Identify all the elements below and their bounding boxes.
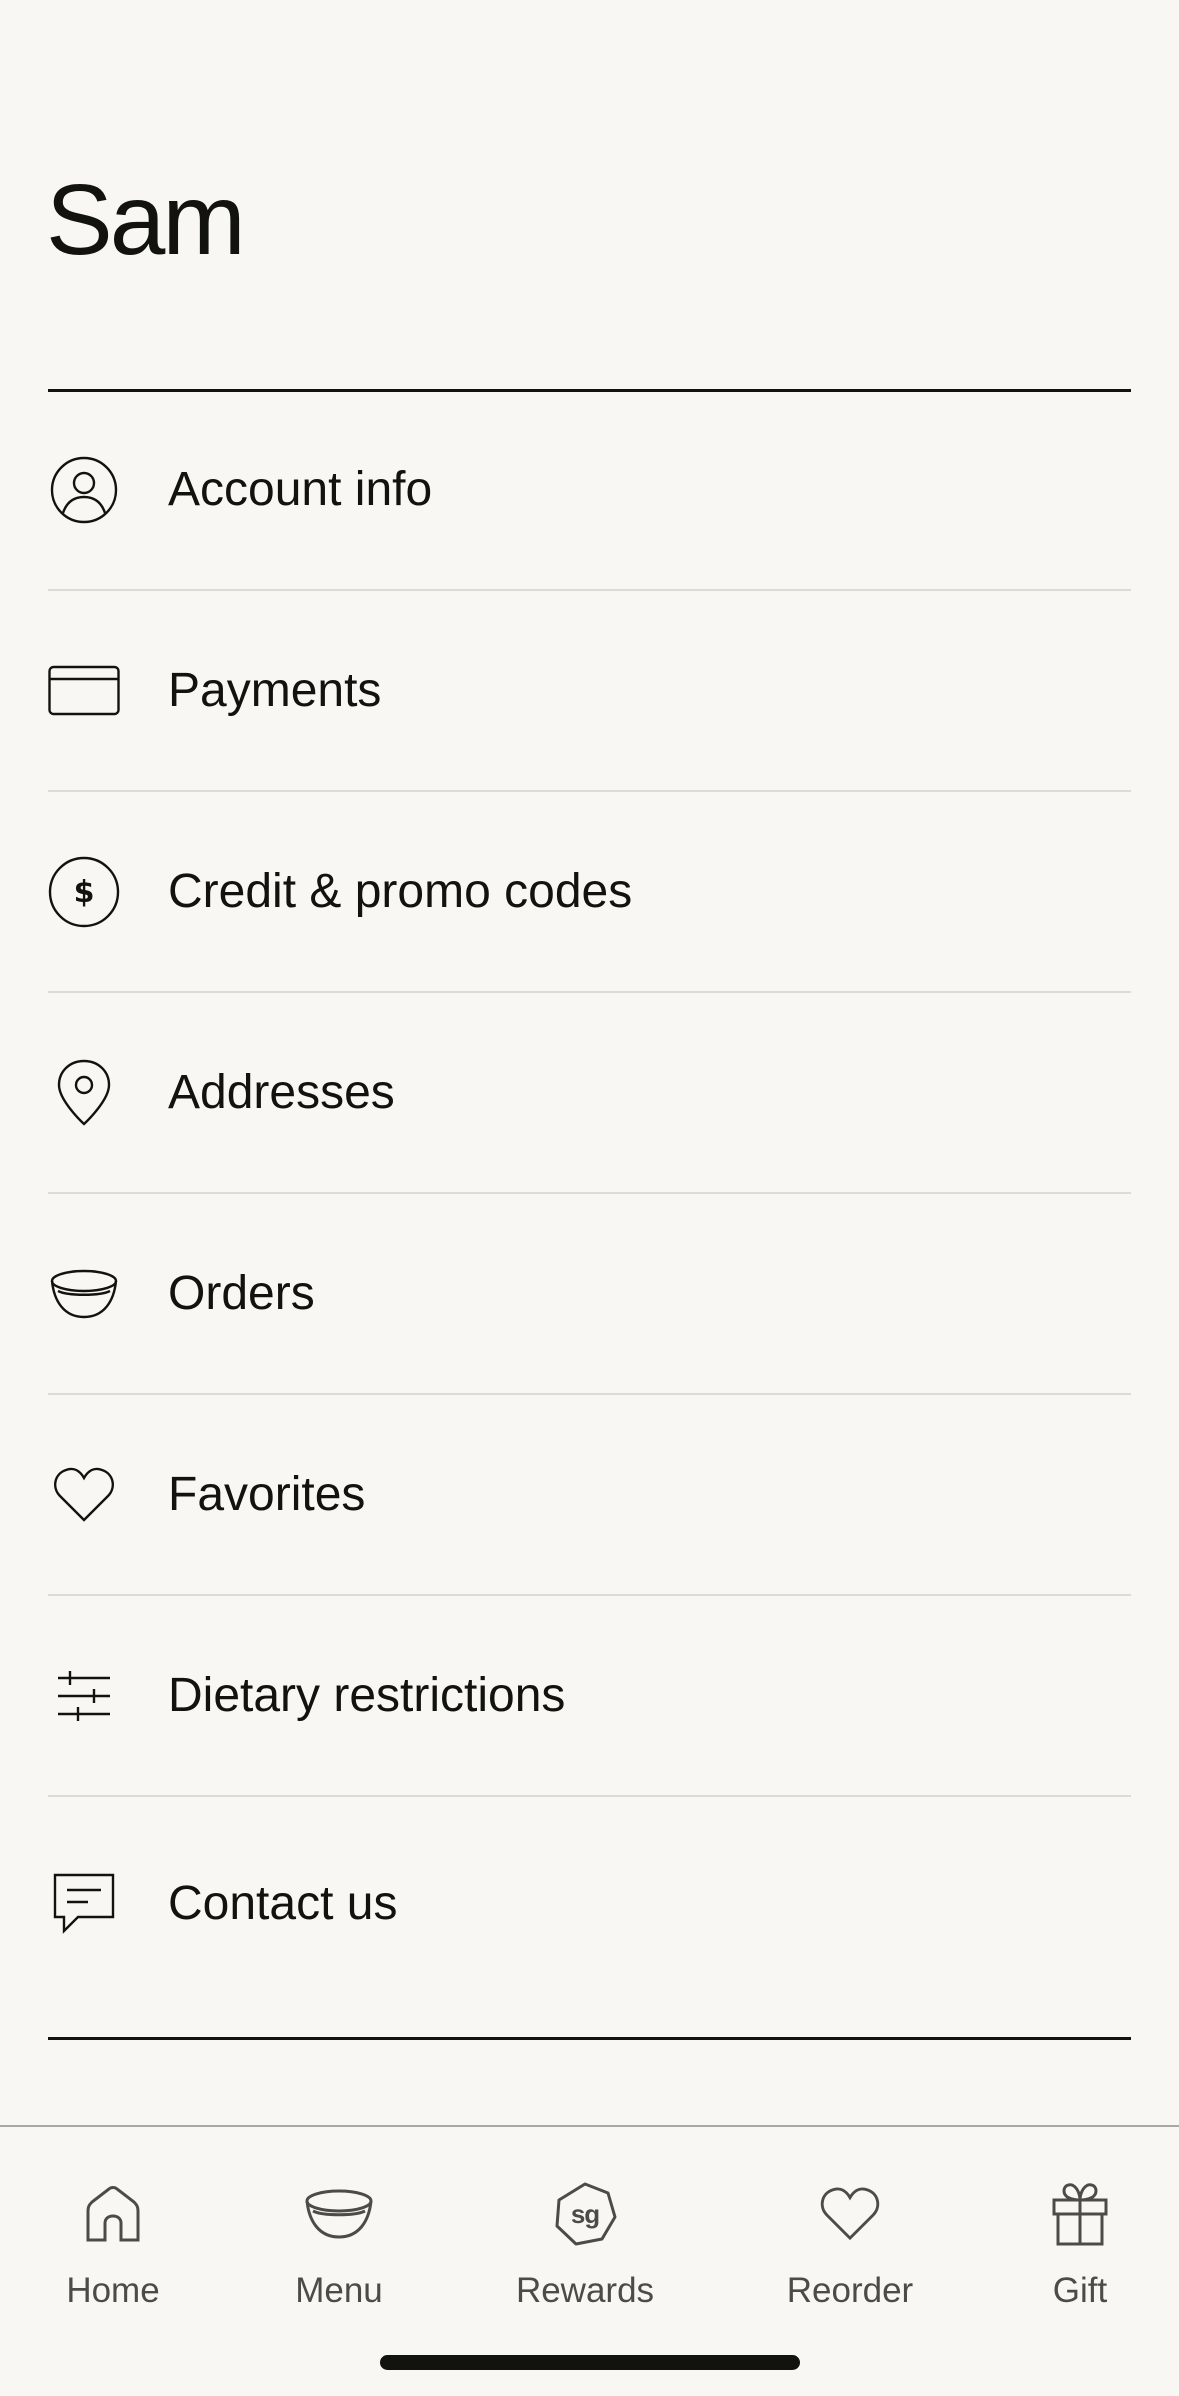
tab-label: Home <box>66 2271 160 2310</box>
tab-label: Rewards <box>515 2271 655 2310</box>
heart-icon <box>48 1459 120 1531</box>
menu-item-label: Favorites <box>168 1468 366 1521</box>
account-menu: Account info Payments $ Credit & promo c… <box>48 390 1131 2009</box>
menu-item-payments[interactable]: Payments <box>48 591 1131 792</box>
sg-badge-icon: sg <box>550 2179 620 2249</box>
menu-item-label: Dietary restrictions <box>168 1669 566 1722</box>
tab-home[interactable]: Home <box>23 2179 203 2311</box>
home-icon <box>78 2179 148 2249</box>
menu-item-favorites[interactable]: Favorites <box>48 1395 1131 1596</box>
menu-item-account-info[interactable]: Account info <box>48 390 1131 591</box>
menu-item-addresses[interactable]: Addresses <box>48 993 1131 1194</box>
tab-gift[interactable]: Gift <box>990 2179 1170 2311</box>
tab-label: Reorder <box>786 2271 914 2310</box>
gift-icon <box>1045 2179 1115 2249</box>
menu-item-label: Contact us <box>168 1876 398 1930</box>
bowl-icon <box>304 2179 374 2249</box>
svg-text:$: $ <box>74 875 95 910</box>
menu-item-credit-promo-codes[interactable]: $ Credit & promo codes <box>48 792 1131 993</box>
dollar-circle-icon: $ <box>48 856 120 928</box>
heart-icon <box>815 2179 885 2249</box>
menu-item-label: Credit & promo codes <box>168 865 633 918</box>
bowl-icon <box>48 1258 120 1330</box>
credit-card-icon <box>48 655 120 727</box>
chat-bubble-icon <box>48 1867 120 1939</box>
menu-item-contact-us[interactable]: Contact us <box>48 1797 1131 2009</box>
tab-label: Gift <box>1052 2271 1108 2310</box>
menu-item-orders[interactable]: Orders <box>48 1194 1131 1395</box>
sg-badge-text: sg <box>570 2198 600 2229</box>
menu-item-label: Account info <box>168 463 433 516</box>
sliders-icon <box>48 1660 120 1732</box>
tab-reorder[interactable]: Reorder <box>760 2179 940 2311</box>
menu-item-label: Orders <box>168 1267 315 1320</box>
menu-item-label: Addresses <box>168 1066 395 1119</box>
map-pin-icon <box>48 1057 120 1129</box>
page-title: Sam <box>46 164 246 276</box>
person-circle-icon <box>48 454 120 526</box>
menu-item-label: Payments <box>168 664 382 717</box>
home-indicator[interactable] <box>380 2355 800 2370</box>
tab-label: Menu <box>295 2271 383 2310</box>
bottom-divider <box>48 2037 1131 2040</box>
menu-item-dietary-restrictions[interactable]: Dietary restrictions <box>48 1596 1131 1797</box>
tab-rewards[interactable]: sg Rewards <box>495 2179 675 2311</box>
tab-menu[interactable]: Menu <box>249 2179 429 2311</box>
